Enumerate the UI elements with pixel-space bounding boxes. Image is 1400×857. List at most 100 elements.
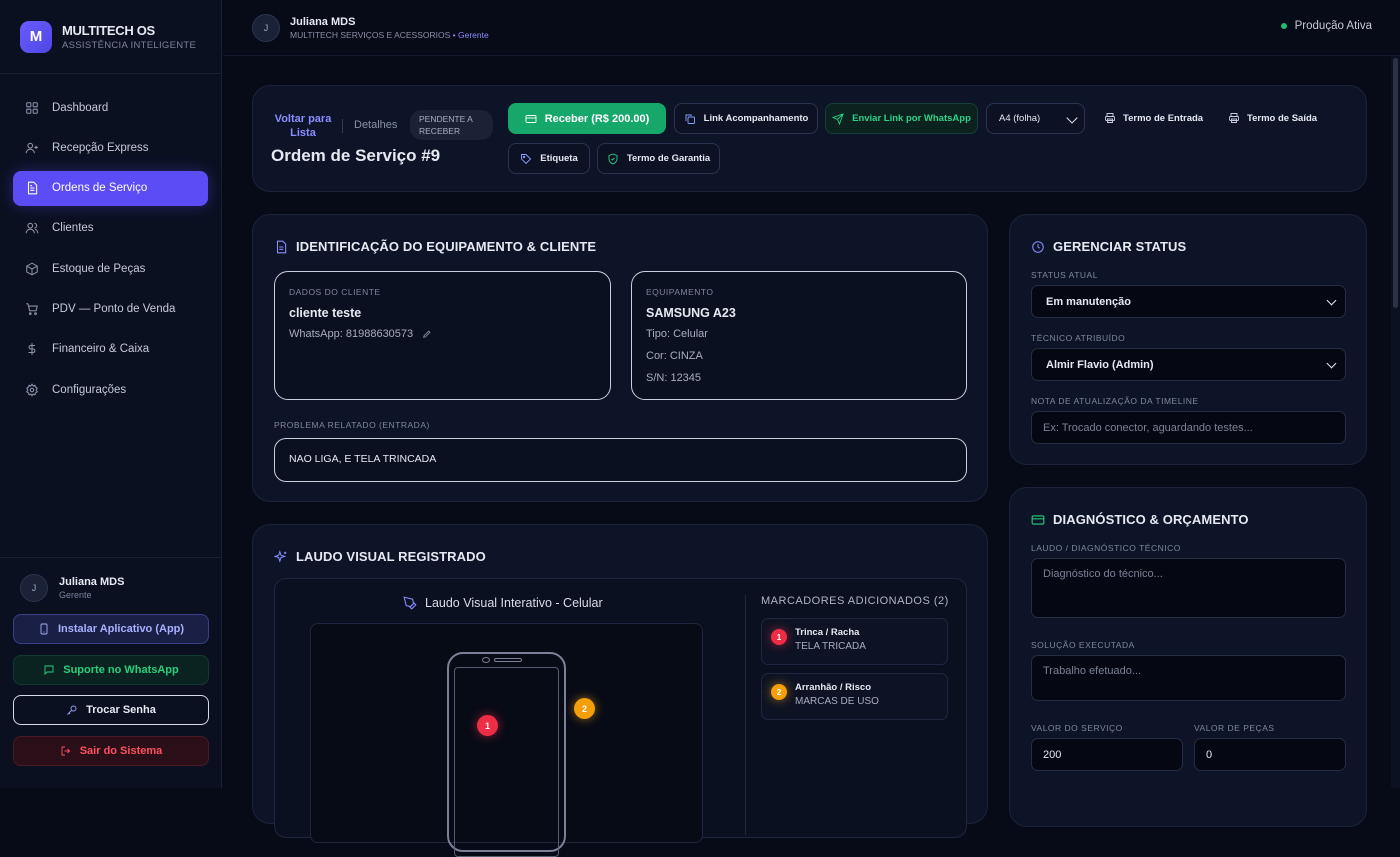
logout-icon bbox=[61, 746, 70, 755]
dollar-icon bbox=[28, 343, 36, 356]
damage-marker-1[interactable]: 1 bbox=[477, 715, 498, 736]
send-whatsapp-link-button[interactable]: Enviar Link por WhatsApp bbox=[825, 103, 978, 134]
warranty-term-button[interactable]: Termo de Garantia bbox=[597, 143, 720, 174]
change-password-button[interactable]: Trocar Senha bbox=[13, 695, 209, 725]
whatsapp-support-button[interactable]: Suporte no WhatsApp bbox=[13, 654, 209, 685]
sidebar-item-label: Financeiro & Caixa bbox=[52, 343, 150, 356]
sidebar-footer: J Juliana MDS Gerente Instalar Aplicativ… bbox=[0, 557, 222, 788]
technical-report-label: LAUDO / DIAGNÓSTICO TÉCNICO bbox=[1031, 543, 1181, 553]
phone-outline bbox=[447, 652, 566, 857]
sidebar-item-inventory[interactable]: Estoque de Peças bbox=[13, 251, 208, 286]
identification-card: IDENTIFICAÇÃO DO EQUIPAMENTO & CLIENTE D… bbox=[252, 214, 988, 502]
document-icon bbox=[27, 181, 38, 195]
chevron-down-icon bbox=[1326, 358, 1337, 369]
print-exit-term-button[interactable]: Termo de Saída bbox=[1228, 112, 1317, 124]
solution-textarea[interactable]: Trabalho efetuado... bbox=[1031, 655, 1346, 701]
install-app-button[interactable]: Instalar Aplicativo (App) bbox=[13, 614, 209, 644]
camera-icon bbox=[482, 657, 490, 663]
brand-title: MULTITECH OS bbox=[62, 22, 155, 38]
paper-format-select[interactable]: A4 (folha) bbox=[986, 103, 1085, 134]
equipment-type: Tipo: Celular bbox=[646, 328, 708, 340]
brand: M MULTITECH OS ASSISTÊNCIA INTELIGENTE bbox=[0, 0, 221, 74]
technical-report-textarea[interactable]: Diagnóstico do técnico... bbox=[1031, 558, 1346, 618]
cart-icon bbox=[26, 303, 38, 316]
sidebar-item-pos[interactable]: PDV — Ponto de Venda bbox=[13, 291, 208, 326]
credit-card-icon bbox=[525, 114, 537, 123]
marker-description: TELA TRICADA bbox=[795, 641, 866, 652]
equipment-serial: S/N: 12345 bbox=[646, 372, 702, 384]
service-value-label: VALOR DO SERVIÇO bbox=[1031, 723, 1123, 733]
section-title: GERENCIAR STATUS bbox=[1031, 239, 1186, 254]
tracking-link-button[interactable]: Link Acompanhamento bbox=[674, 103, 818, 134]
edit-pencil-icon[interactable] bbox=[422, 329, 432, 339]
client-name: cliente teste bbox=[289, 306, 362, 320]
parts-value-label: VALOR DE PEÇAS bbox=[1194, 723, 1275, 733]
technician-select[interactable]: Almir Flavio (Admin) bbox=[1031, 348, 1346, 381]
list-item[interactable]: 1 Trinca / Racha TELA TRICADA bbox=[761, 618, 948, 665]
diagnosis-card: DIAGNÓSTICO & ORÇAMENTO LAUDO / DIAGNÓST… bbox=[1009, 487, 1367, 827]
avatar: J bbox=[20, 574, 48, 602]
order-header: Voltar para Lista Detalhes PENDENTE A RE… bbox=[252, 85, 1367, 192]
chat-icon bbox=[44, 665, 54, 675]
label-button[interactable]: Etiqueta bbox=[508, 143, 590, 174]
speaker-icon bbox=[494, 658, 522, 662]
sidebar-item-label: Clientes bbox=[52, 222, 94, 235]
marker-description: MARCAS DE USO bbox=[795, 696, 879, 707]
timeline-note-input[interactable]: Ex: Trocado conector, aguardando testes.… bbox=[1031, 411, 1346, 444]
sidebar-item-label: Ordens de Serviço bbox=[52, 182, 148, 195]
section-title: LAUDO VISUAL REGISTRADO bbox=[274, 549, 486, 564]
top-user-company: MULTITECH SERVIÇOS E ACESSORIOS • Gerent… bbox=[290, 29, 489, 40]
user-plus-icon bbox=[25, 142, 38, 154]
print-entry-term-button[interactable]: Termo de Entrada bbox=[1104, 112, 1203, 124]
current-status-label: STATUS ATUAL bbox=[1031, 270, 1098, 280]
sidebar-item-dashboard[interactable]: Dashboard bbox=[13, 90, 208, 125]
status-card: GERENCIAR STATUS STATUS ATUAL Em manuten… bbox=[1009, 214, 1367, 465]
problem-label: PROBLEMA RELATADO (ENTRADA) bbox=[274, 420, 430, 430]
receive-payment-button[interactable]: Receber (R$ 200.00) bbox=[508, 103, 666, 134]
divider bbox=[745, 595, 746, 835]
app-logo: M bbox=[20, 20, 52, 53]
sidebar-item-settings[interactable]: Configurações bbox=[13, 372, 208, 407]
sidebar-item-service-orders[interactable]: Ordens de Serviço bbox=[13, 170, 208, 206]
sidebar-user: J Juliana MDS Gerente bbox=[20, 574, 209, 602]
interactive-report-title: Laudo Visual Interativo - Celular bbox=[403, 596, 603, 610]
service-value-input[interactable]: 200 bbox=[1031, 738, 1183, 771]
brand-subtitle: ASSISTÊNCIA INTELIGENTE bbox=[62, 39, 197, 51]
logout-button[interactable]: Sair do Sistema bbox=[13, 735, 209, 766]
section-title: IDENTIFICAÇÃO DO EQUIPAMENTO & CLIENTE bbox=[274, 239, 596, 254]
scrollbar-thumb[interactable] bbox=[1393, 58, 1398, 308]
page-scrollbar[interactable] bbox=[1391, 56, 1400, 788]
users-icon bbox=[25, 223, 39, 234]
equipment-color: Cor: CINZA bbox=[646, 350, 703, 362]
avatar: J bbox=[252, 13, 280, 42]
status-badge: PENDENTE A RECEBER bbox=[410, 110, 493, 140]
marker-number-badge: 1 bbox=[771, 629, 787, 645]
topbar: J Juliana MDS MULTITECH SERVIÇOS E ACESS… bbox=[223, 0, 1400, 56]
parts-value-input[interactable]: 0 bbox=[1194, 738, 1346, 771]
send-icon bbox=[832, 112, 844, 125]
device-canvas[interactable]: 1 2 bbox=[310, 623, 703, 857]
sparkles-icon bbox=[274, 549, 287, 563]
status-select[interactable]: Em manutenção bbox=[1031, 285, 1346, 318]
visual-report-card: LAUDO VISUAL REGISTRADO Laudo Visual Int… bbox=[252, 524, 988, 857]
marker-number-badge: 2 bbox=[771, 684, 787, 700]
top-user: J Juliana MDS MULTITECH SERVIÇOS E ACESS… bbox=[252, 13, 489, 42]
marker-name: Trinca / Racha bbox=[795, 627, 860, 638]
client-whatsapp: WhatsApp: 81988630573 bbox=[289, 328, 596, 340]
sidebar-item-clients[interactable]: Clientes bbox=[13, 211, 208, 246]
sidebar-item-finance[interactable]: Financeiro & Caixa bbox=[13, 332, 208, 367]
gear-icon bbox=[26, 382, 38, 397]
key-icon bbox=[67, 705, 77, 715]
shield-check-icon bbox=[608, 153, 618, 165]
user-role: Gerente bbox=[59, 590, 92, 600]
environment-status: Produção Ativa bbox=[1280, 20, 1372, 32]
list-item[interactable]: 2 Arranhão / Risco MARCAS DE USO bbox=[761, 673, 948, 720]
credit-card-icon bbox=[1031, 514, 1045, 525]
sidebar-item-reception[interactable]: Recepção Express bbox=[13, 130, 208, 165]
damage-marker-2[interactable]: 2 bbox=[574, 698, 595, 719]
dashboard-icon bbox=[26, 101, 38, 114]
sidebar-item-label: Estoque de Peças bbox=[52, 262, 146, 275]
solution-label: SOLUÇÃO EXECUTADA bbox=[1031, 640, 1135, 650]
back-to-list-link[interactable]: Voltar para Lista bbox=[271, 112, 335, 140]
equipment-label: EQUIPAMENTO bbox=[646, 287, 714, 297]
